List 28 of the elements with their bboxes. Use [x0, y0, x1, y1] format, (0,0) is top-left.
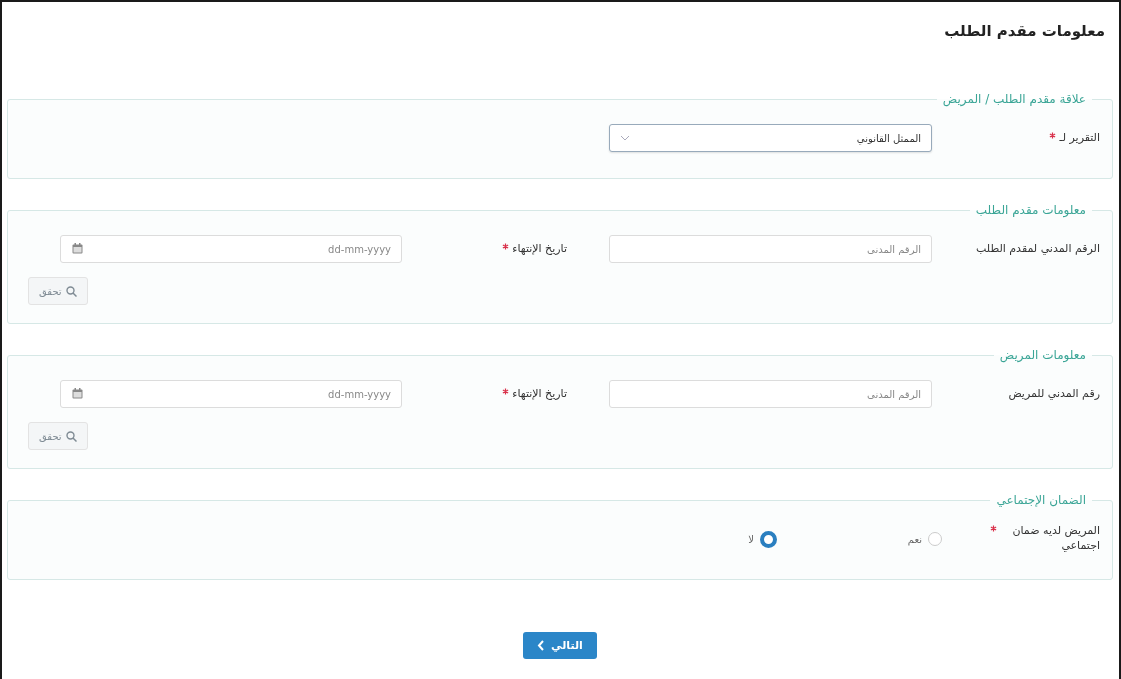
- search-icon: [65, 285, 77, 297]
- calendar-icon: [72, 243, 83, 254]
- field-label: تاريخ الإنتهاء: [512, 386, 567, 402]
- next-button[interactable]: التالي: [523, 632, 597, 659]
- calendar-icon: [72, 388, 83, 399]
- date-field[interactable]: dd-mm-yyyy: [60, 235, 402, 263]
- section-legend: علاقة مقدم الطلب / المريض: [936, 92, 1092, 106]
- radio-label: نعم: [907, 533, 922, 545]
- input-field[interactable]: الرقم المدني: [609, 235, 932, 263]
- field-label: المريض لديه ضمان اجتماعي: [1011, 524, 1100, 554]
- section-legend: معلومات المريض: [993, 348, 1092, 362]
- date-field[interactable]: dd-mm-yyyy: [60, 380, 402, 408]
- dropdown-field[interactable]: الممثل القانوني: [609, 124, 932, 152]
- field-label: تاريخ الإنتهاء: [512, 241, 567, 257]
- field-label: الرقم المدني لمقدم الطلب: [975, 241, 1100, 257]
- search-icon: [65, 430, 77, 442]
- radio-button[interactable]: [928, 532, 942, 546]
- radio-label: لا: [748, 533, 754, 545]
- field-label: رقم المدني للمريض: [1008, 386, 1100, 402]
- page-title: معلومات مقدم الطلب: [944, 22, 1105, 40]
- radio-button[interactable]: [760, 530, 777, 548]
- field-label: التقرير لـ: [1059, 130, 1100, 146]
- section-legend: الضمان الإجتماعي: [990, 493, 1092, 507]
- chevron-down-icon: [620, 135, 630, 141]
- chevron-left-icon: [537, 640, 546, 651]
- input-field[interactable]: الرقم المدني: [609, 380, 932, 408]
- dropdown-value: الممثل القانوني: [856, 132, 921, 144]
- section-legend: معلومات مقدم الطلب: [969, 203, 1092, 217]
